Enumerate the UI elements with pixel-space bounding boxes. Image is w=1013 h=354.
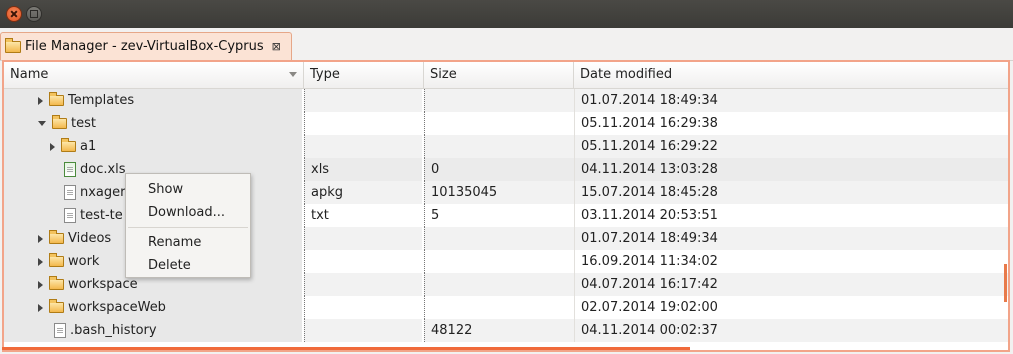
row-type (304, 227, 422, 250)
row-type (304, 89, 422, 112)
row-name: workspace (68, 277, 138, 292)
vertical-scroll-indicator[interactable] (1004, 264, 1007, 302)
window-maximize-button[interactable] (26, 6, 42, 22)
row-size (424, 135, 574, 158)
row-name: nxager (80, 185, 126, 200)
row-type: xls (304, 158, 422, 181)
tab-bar: File Manager - zev-VirtualBox-Cyprus ⊠ ⇆… (0, 28, 1013, 81)
expand-arrow-icon[interactable] (38, 234, 43, 243)
row-date: 01.07.2014 18:49:34 (574, 89, 1008, 112)
table-row[interactable]: workspaceWeb 02.07.2014 19:02:00 (4, 296, 1008, 319)
table-header: Name Type Size Date modified (4, 62, 1008, 89)
row-date: 15.07.2014 18:45:28 (574, 181, 1008, 204)
row-size (424, 296, 574, 319)
row-date: 03.11.2014 20:53:51 (574, 204, 1008, 227)
folder-icon (49, 276, 64, 290)
folder-icon (52, 115, 67, 129)
column-header-size[interactable]: Size (424, 62, 574, 88)
row-type: txt (304, 204, 422, 227)
row-type (304, 319, 422, 342)
title-bar (0, 0, 1013, 28)
table-row[interactable]: .bash_history 48122 04.11.2014 00:02:37 (4, 319, 1008, 342)
row-date: 04.07.2014 16:17:42 (574, 273, 1008, 296)
row-name: work (68, 254, 100, 269)
tab-close-icon[interactable]: ⊠ (272, 40, 281, 53)
folder-icon (49, 92, 64, 106)
row-size: 0 (424, 158, 574, 181)
file-icon (64, 185, 76, 200)
file-icon (54, 323, 66, 338)
column-name-label: Name (10, 67, 49, 82)
row-size: 48122 (424, 319, 574, 342)
table-row[interactable]: a1 05.11.2014 16:29:22 (4, 135, 1008, 158)
tab-file-manager[interactable]: File Manager - zev-VirtualBox-Cyprus ⊠ (0, 32, 292, 60)
row-size (424, 112, 574, 135)
expand-arrow-icon[interactable] (38, 96, 43, 105)
row-name: test-te (80, 208, 123, 223)
column-header-name[interactable]: Name (4, 62, 304, 88)
expand-arrow-icon[interactable] (38, 303, 43, 312)
row-name: Videos (68, 231, 112, 246)
row-date: 04.11.2014 00:02:37 (574, 319, 1008, 342)
row-size (424, 273, 574, 296)
row-size (424, 250, 574, 273)
row-type (304, 112, 422, 135)
column-header-type[interactable]: Type (304, 62, 424, 88)
context-menu: Show Download... Rename Delete (125, 173, 251, 278)
row-name: .bash_history (70, 323, 157, 338)
table-row[interactable]: Templates 01.07.2014 18:49:34 (4, 89, 1008, 112)
file-icon (64, 208, 76, 223)
table-row[interactable]: test 05.11.2014 16:29:38 (4, 112, 1008, 135)
tab-title: File Manager - zev-VirtualBox-Cyprus (25, 39, 264, 54)
column-header-date[interactable]: Date modified (574, 62, 1008, 88)
collapse-arrow-icon[interactable] (38, 121, 46, 126)
row-date: 04.11.2014 13:03:28 (574, 158, 1008, 181)
menu-separator (128, 227, 248, 228)
sort-arrow-icon (289, 72, 297, 77)
row-size: 10135045 (424, 181, 574, 204)
row-name: Templates (68, 93, 135, 108)
row-date: 05.11.2014 16:29:38 (574, 112, 1008, 135)
row-size: 5 (424, 204, 574, 227)
row-name: test (71, 116, 96, 131)
folder-icon (49, 253, 64, 267)
row-type (304, 273, 422, 296)
row-name: a1 (80, 139, 97, 154)
row-name: doc.xls (80, 162, 126, 177)
folder-icon (49, 299, 64, 313)
menu-item-download[interactable]: Download... (126, 201, 250, 224)
row-date: 05.11.2014 16:29:22 (574, 135, 1008, 158)
expand-arrow-icon[interactable] (50, 142, 55, 151)
row-name: workspaceWeb (68, 300, 166, 315)
expand-arrow-icon[interactable] (38, 280, 43, 289)
folder-icon (49, 230, 64, 244)
menu-item-rename[interactable]: Rename (126, 231, 250, 254)
folder-icon (5, 37, 21, 53)
row-type (304, 135, 422, 158)
row-date: 01.07.2014 18:49:34 (574, 227, 1008, 250)
spreadsheet-file-icon (64, 162, 76, 177)
row-type: apkg (304, 181, 422, 204)
row-size (424, 227, 574, 250)
folder-icon (61, 138, 76, 152)
row-size (424, 89, 574, 112)
expand-arrow-icon[interactable] (38, 257, 43, 266)
window-close-button[interactable] (6, 6, 22, 22)
row-type (304, 296, 422, 319)
horizontal-scroll-indicator[interactable] (2, 347, 690, 350)
row-type (304, 250, 422, 273)
menu-item-delete[interactable]: Delete (126, 254, 250, 277)
row-date: 02.07.2014 19:02:00 (574, 296, 1008, 319)
menu-item-show[interactable]: Show (126, 178, 250, 201)
row-date: 16.09.2014 11:34:02 (574, 250, 1008, 273)
